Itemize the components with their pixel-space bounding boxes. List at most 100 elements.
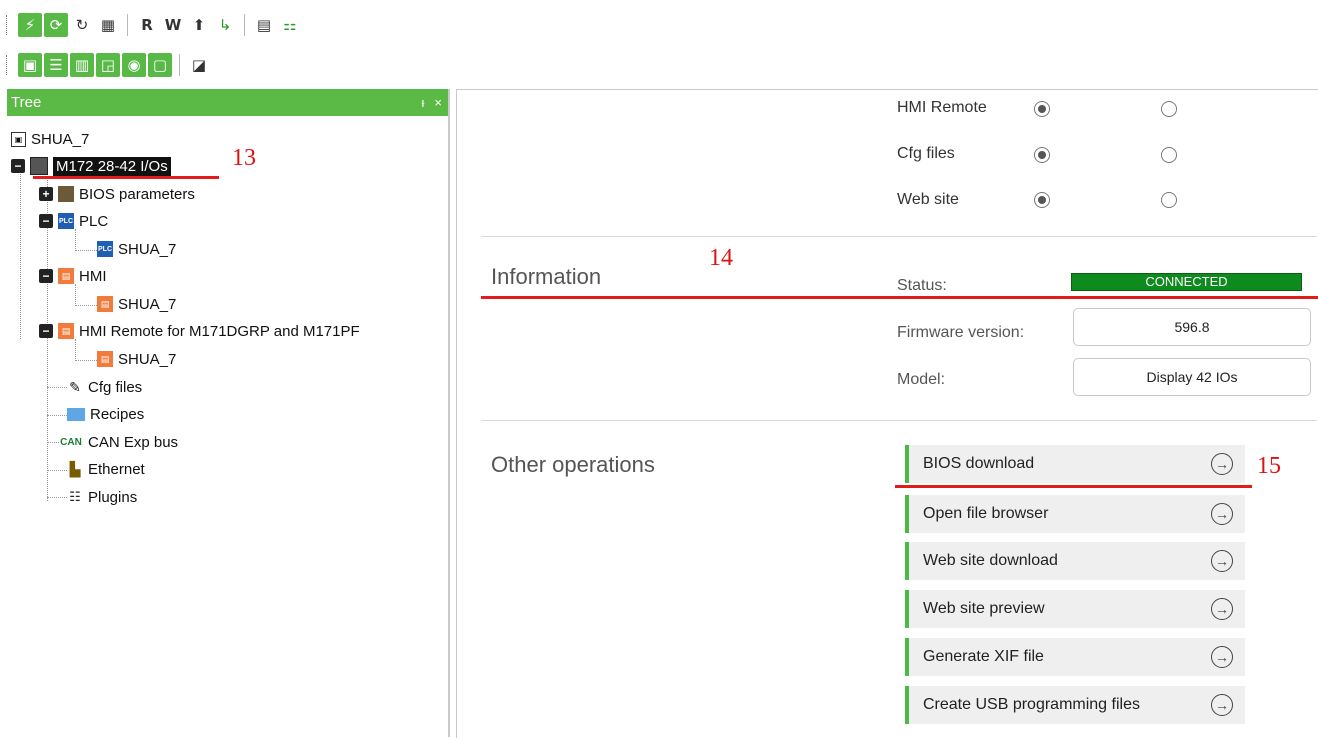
collapse-icon[interactable]: −: [39, 269, 53, 283]
tree-connector: [75, 360, 97, 361]
tree-connector: [47, 442, 59, 443]
chip-icon: [58, 186, 74, 202]
toolbar-separator: [179, 54, 180, 76]
option-radio-second[interactable]: [1161, 147, 1177, 163]
tree-item-plc-shua7[interactable]: PLC SHUA_7: [97, 237, 176, 261]
panel-icon[interactable]: ▥: [70, 53, 94, 77]
toolbar-separator: [244, 14, 245, 36]
project-icon: ▣: [11, 131, 26, 147]
button-label: Create USB programming files: [923, 696, 1140, 713]
calendar-icon[interactable]: ▤: [252, 13, 276, 37]
create-usb-programming-files-button[interactable]: Create USB programming files →: [905, 686, 1245, 724]
section-divider: [481, 420, 1317, 421]
ethernet-icon: ▙: [69, 460, 81, 477]
model-label: Model:: [897, 371, 946, 388]
open-file-browser-button[interactable]: Open file browser →: [905, 495, 1245, 533]
information-title: Information: [491, 264, 602, 289]
option-label: Web site: [897, 191, 959, 208]
option-row-cfg-files: Cfg files: [897, 139, 1033, 169]
option-radio-second[interactable]: [1161, 101, 1177, 117]
tree-header: Tree ᵻ ×: [7, 89, 448, 116]
image-icon[interactable]: ▣: [18, 53, 42, 77]
can-icon: CAN: [60, 436, 82, 448]
tree-item-project[interactable]: ▣ SHUA_7: [11, 127, 89, 151]
tree-connector: [75, 305, 97, 306]
sync-icon[interactable]: ⟳: [44, 13, 68, 37]
web-site-download-button[interactable]: Web site download →: [905, 542, 1245, 580]
tree-item-ethernet[interactable]: ▙ Ethernet: [67, 457, 145, 481]
watch-icon[interactable]: ◉: [122, 53, 146, 77]
chart-icon[interactable]: ◲: [96, 53, 120, 77]
upload-icon[interactable]: ⬆: [187, 13, 211, 37]
option-row-web-site: Web site: [897, 185, 1033, 215]
tree-item-can-exp-bus[interactable]: CAN CAN Exp bus: [59, 430, 178, 454]
tree-item-device[interactable]: − M172 28-42 I/Os: [11, 154, 171, 178]
read-icon[interactable]: R: [135, 13, 159, 37]
generate-xif-file-button[interactable]: Generate XIF file →: [905, 638, 1245, 676]
edit-window-icon[interactable]: ◪: [187, 53, 211, 77]
tree-item-plugins[interactable]: ☷ Plugins: [67, 485, 137, 509]
tree-connector: [20, 169, 21, 339]
plc-icon: PLC: [97, 241, 113, 257]
tree-item-hmi-remote[interactable]: − ▤ HMI Remote for M171DGRP and M171PF: [39, 319, 360, 343]
device-details-panel: HMI Remote Cfg files Web site Informatio…: [456, 89, 1318, 738]
arrow-right-circle-icon: →: [1211, 694, 1233, 716]
status-label: Status:: [897, 277, 947, 294]
collapse-icon[interactable]: −: [39, 214, 53, 228]
button-label: Open file browser: [923, 505, 1049, 522]
annotation-underline: [481, 296, 1318, 299]
web-site-preview-button[interactable]: Web site preview →: [905, 590, 1245, 628]
bios-download-button[interactable]: BIOS download →: [905, 445, 1245, 483]
download-device-icon[interactable]: ↳: [213, 13, 237, 37]
option-radio-first[interactable]: [1034, 101, 1050, 117]
tree-item-plc[interactable]: − PLC PLC: [39, 209, 108, 233]
button-label: Generate XIF file: [923, 648, 1044, 665]
firmware-value: 596.8: [1073, 308, 1311, 346]
annotation-number: 13: [232, 145, 256, 171]
tree-item-recipes[interactable]: Recipes: [67, 402, 144, 426]
option-radio-first[interactable]: [1034, 147, 1050, 163]
refresh-icon[interactable]: ↻: [70, 13, 94, 37]
option-radio-second[interactable]: [1161, 192, 1177, 208]
grid-icon[interactable]: ▦: [96, 13, 120, 37]
arrow-right-circle-icon: →: [1211, 646, 1233, 668]
edit-file-icon: ✎: [69, 378, 81, 395]
tree-title: Tree: [11, 94, 42, 111]
plug-icon[interactable]: ⚡: [18, 13, 42, 37]
annotation-underline: [895, 485, 1252, 488]
tree-view-icon[interactable]: ☰: [44, 53, 68, 77]
tree-item-cfg-files[interactable]: ✎ Cfg files: [67, 375, 142, 399]
hmi-icon: ▤: [58, 268, 74, 284]
expand-icon[interactable]: +: [39, 187, 53, 201]
tree-item-hmi-shua7[interactable]: ▤ SHUA_7: [97, 292, 176, 316]
close-icon[interactable]: ×: [434, 95, 442, 110]
arrow-right-circle-icon: →: [1211, 453, 1233, 475]
tree-connector: [47, 470, 67, 471]
write-icon[interactable]: W: [161, 13, 185, 37]
hmi-icon: ▤: [97, 296, 113, 312]
toolbar-grip[interactable]: [6, 15, 10, 35]
firmware-label: Firmware version:: [897, 324, 1025, 341]
option-label: Cfg files: [897, 145, 955, 162]
option-label: HMI Remote: [897, 99, 987, 116]
option-row-hmi-remote: HMI Remote: [897, 93, 1033, 123]
plc-icon: PLC: [58, 213, 74, 229]
status-badge: CONNECTED: [1071, 273, 1302, 291]
tree-connector: [47, 415, 67, 416]
network-icon[interactable]: ⚏: [278, 13, 302, 37]
toolbar-separator: [127, 14, 128, 36]
annotation-underline: [33, 176, 219, 179]
pin-icon[interactable]: ᵻ: [422, 95, 425, 110]
tree-item-bios-parameters[interactable]: + BIOS parameters: [39, 182, 195, 206]
collapse-icon[interactable]: −: [11, 159, 25, 173]
device-icon: [30, 157, 48, 175]
section-divider: [481, 236, 1317, 237]
tree-item-hmi-remote-shua7[interactable]: ▤ SHUA_7: [97, 347, 176, 371]
collapse-icon[interactable]: −: [39, 324, 53, 338]
plugins-icon: ☷: [69, 489, 81, 504]
tree-item-hmi[interactable]: − ▤ HMI: [39, 264, 107, 288]
option-radio-first[interactable]: [1034, 192, 1050, 208]
monitor-icon[interactable]: ▢: [148, 53, 172, 77]
view-toolbar: ▣ ☰ ▥ ◲ ◉ ▢ ◪: [6, 52, 211, 78]
toolbar-grip[interactable]: [6, 55, 10, 75]
